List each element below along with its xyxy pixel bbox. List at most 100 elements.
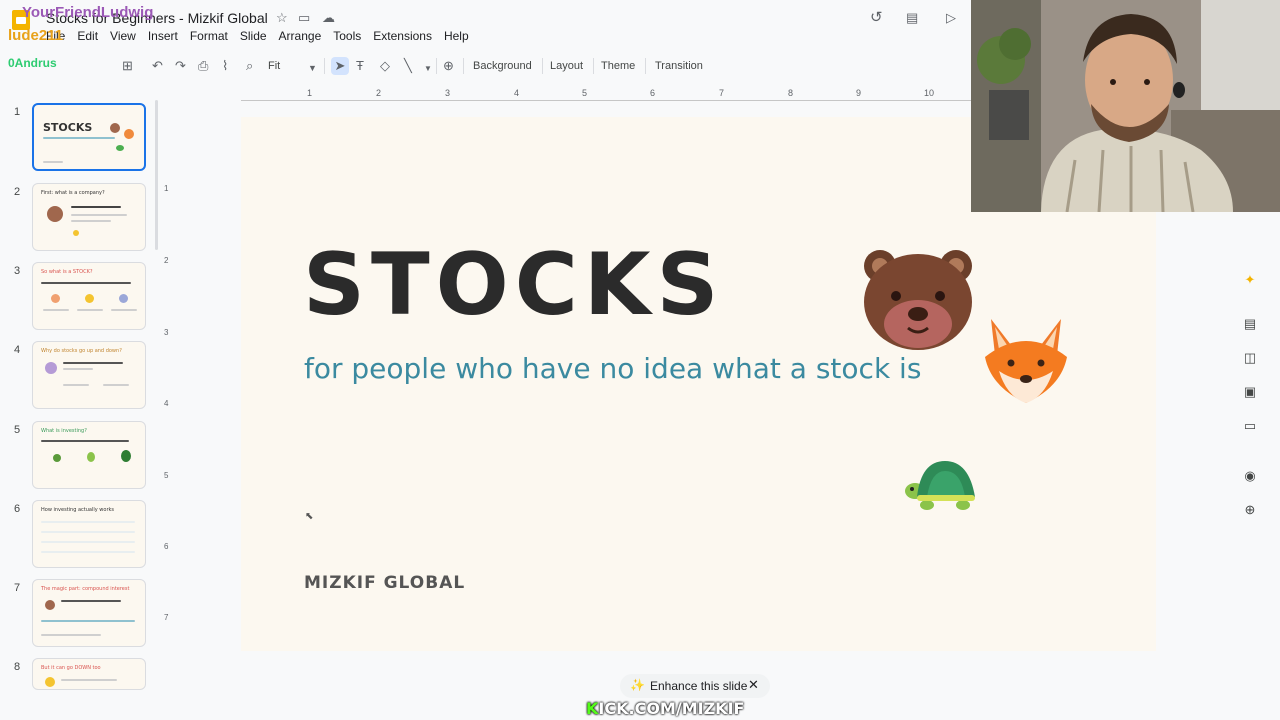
slide-thumbnail-1[interactable]: STOCKS <box>32 103 146 171</box>
webcam-feed-image <box>971 0 1280 212</box>
layout-button[interactable]: Layout <box>550 58 583 74</box>
record-icon[interactable]: ◉ <box>1242 468 1258 484</box>
comments-icon[interactable]: ▤ <box>906 10 918 26</box>
star-icon[interactable]: ☆ <box>276 10 288 26</box>
watermark-text: ICK.COM/MIZKIF <box>598 699 745 718</box>
overlay-name: lude211 <box>8 27 64 44</box>
bear-thumb-icon <box>45 600 55 610</box>
slide-title[interactable]: STOCKS <box>303 235 724 335</box>
slide-thumbnail-7[interactable]: The magic part: compound interest <box>32 579 146 647</box>
thumbnail-line <box>63 362 123 364</box>
overlay-name: 0Andrus <box>8 56 57 70</box>
line-dropdown-icon[interactable]: ▼ <box>424 60 432 78</box>
slide-thumbnail-2[interactable]: First: what is a company? <box>32 183 146 251</box>
tree-thumb-icon <box>121 450 131 462</box>
slide-thumbnail-5[interactable]: What is investing? <box>32 421 146 489</box>
watermark-prefix: K <box>586 699 599 718</box>
thumbnail-line <box>63 368 93 370</box>
thumbnail-line <box>41 531 135 533</box>
thumb-icon <box>51 294 60 303</box>
print-icon[interactable]: ⎙ <box>198 57 208 75</box>
thumbnail-title: How investing actually works <box>41 507 115 513</box>
ruler-number: 1 <box>307 88 313 98</box>
theme-button[interactable]: Theme <box>601 58 635 74</box>
slide-number: 4 <box>14 344 21 356</box>
plant-thumb-icon <box>87 452 95 462</box>
zoom-dropdown-icon[interactable]: ▼ <box>308 59 317 77</box>
horizontal-ruler: 1 2 3 4 5 6 7 8 9 10 <box>176 86 976 102</box>
enhance-slide-chip[interactable]: ✨ Enhance this slide ✕ <box>620 674 770 698</box>
ruler-number: 6 <box>650 88 656 98</box>
menu-slide[interactable]: Slide <box>234 27 273 45</box>
thumbnail-line <box>43 137 115 139</box>
slide-thumbnail-6[interactable]: How investing actually works <box>32 500 146 568</box>
thumbnail-line <box>103 384 129 386</box>
thumbnail-line <box>111 309 137 311</box>
thumb-icon <box>45 677 55 687</box>
menu-extensions[interactable]: Extensions <box>367 27 438 45</box>
slide-number: 2 <box>14 186 21 198</box>
gemini-sparkle-icon[interactable]: ✦ <box>1242 272 1258 288</box>
zoom-icon[interactable]: ⌕ <box>246 57 253 75</box>
bear-icon[interactable] <box>858 244 978 354</box>
fox-icon[interactable] <box>981 315 1071 407</box>
slide-thumbnail-3[interactable]: So what is a STOCK? <box>32 262 146 330</box>
meet-icon[interactable]: ▷ <box>946 10 956 26</box>
slide-filmstrip: 1 STOCKS 2 First: what is a company? 3 S… <box>0 92 160 692</box>
ruler-number: 8 <box>788 88 794 98</box>
thumbnail-line <box>71 220 111 222</box>
menu-arrange[interactable]: Arrange <box>273 27 328 45</box>
toolbar-divider <box>463 58 464 74</box>
thumbnail-title: What is investing? <box>41 428 87 434</box>
slide-thumbnail-8[interactable]: But it can go DOWN too <box>32 658 146 690</box>
stream-watermark: KICK.COM/MIZKIF <box>586 699 744 718</box>
slide-number: 8 <box>14 661 21 673</box>
slide-footer[interactable]: MIZKIF GLOBAL <box>304 573 465 593</box>
transition-button[interactable]: Transition <box>655 58 703 74</box>
slide-subtitle[interactable]: for people who have no idea what a stock… <box>304 352 921 385</box>
comment-add-icon[interactable]: ⊕ <box>443 57 454 75</box>
thumbnail-title: Why do stocks go up and down? <box>41 348 122 354</box>
bear-thumb-icon <box>47 206 63 222</box>
vertical-ruler: 1 2 3 4 5 6 7 <box>162 110 176 660</box>
folder-icon[interactable]: ▭ <box>1242 418 1258 434</box>
select-cursor-icon[interactable]: ➤ <box>331 57 349 75</box>
text-box-icon[interactable]: Ŧ <box>356 57 364 75</box>
slide-number: 7 <box>14 582 21 594</box>
slide-number: 5 <box>14 424 21 436</box>
slides-panel-icon[interactable]: ▤ <box>1242 316 1258 332</box>
image-icon[interactable]: ◇ <box>380 57 390 75</box>
background-button[interactable]: Background <box>473 58 532 74</box>
ruler-number: 2 <box>164 256 169 265</box>
enhance-slide-label[interactable]: Enhance this slide <box>650 679 747 693</box>
cloud-status-icon: ☁ <box>322 10 335 25</box>
webcam-overlay <box>971 0 1280 212</box>
turtle-icon[interactable] <box>903 457 983 511</box>
version-history-icon[interactable]: ↺ <box>870 10 883 26</box>
keep-icon[interactable]: ◫ <box>1242 350 1258 366</box>
ruler-number: 4 <box>514 88 520 98</box>
move-folder-icon[interactable]: ▭ <box>298 10 310 26</box>
thumbnail-line <box>41 541 135 543</box>
ruler-number: 3 <box>445 88 451 98</box>
ruler-number: 7 <box>719 88 725 98</box>
filmstrip-scrollbar[interactable] <box>155 100 158 250</box>
thumbnail-line <box>61 600 121 602</box>
tasks-icon[interactable]: ▣ <box>1242 384 1258 400</box>
slide-thumbnail-4[interactable]: Why do stocks go up and down? <box>32 341 146 409</box>
slides-editor: Stocks for Beginners - Mizkif Global ☆ ▭… <box>0 0 1280 720</box>
menu-tools[interactable]: Tools <box>327 27 367 45</box>
zoom-select[interactable]: Fit <box>268 58 280 74</box>
menu-help[interactable]: Help <box>438 27 475 45</box>
line-icon[interactable]: ╲ <box>404 57 412 75</box>
slide-number: 6 <box>14 503 21 515</box>
close-icon[interactable]: ✕ <box>748 677 759 693</box>
thumbnail-title: STOCKS <box>43 121 93 134</box>
thumb-icon <box>85 294 94 303</box>
paint-format-icon[interactable]: ⌇ <box>222 57 228 75</box>
ruler-line <box>241 100 971 101</box>
menu-format[interactable]: Format <box>184 27 234 45</box>
slide-number: 1 <box>14 106 21 118</box>
add-on-icon[interactable]: ⊕ <box>1242 502 1258 518</box>
ruler-number: 3 <box>164 328 169 337</box>
